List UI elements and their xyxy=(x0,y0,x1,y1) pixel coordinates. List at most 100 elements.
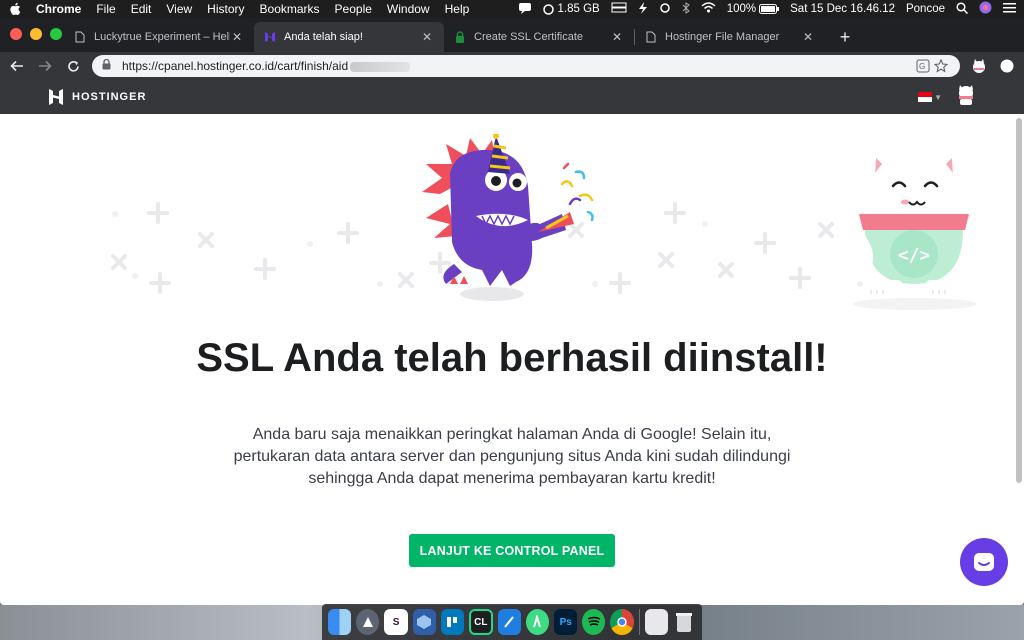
spotlight-icon[interactable] xyxy=(956,1,969,17)
browser-toolbar: https://cpanel.hostinger.co.id/cart/fini… xyxy=(0,52,1024,80)
siri-icon[interactable] xyxy=(979,1,992,17)
battery-indicator[interactable]: 100% xyxy=(726,3,780,15)
forward-button[interactable] xyxy=(36,57,54,75)
menubar-status-area: 1.85 GB 100% Sat 15 Dec 16.46.12 Poncoe xyxy=(518,1,1016,17)
maximize-window-button[interactable] xyxy=(50,28,62,40)
tab-title: Luckytrue Experiment – Hello W xyxy=(94,31,230,43)
document-icon xyxy=(74,31,86,43)
chevron-down-icon: ▼ xyxy=(934,92,942,102)
clion-icon[interactable]: CL xyxy=(469,609,493,635)
tab-close-icon[interactable]: ✕ xyxy=(801,30,815,44)
macos-menubar: Chrome File Edit View History Bookmarks … xyxy=(0,0,1024,18)
menu-window[interactable]: Window xyxy=(387,2,430,16)
bluetooth-icon[interactable] xyxy=(682,1,690,17)
tab-title: Anda telah siap! xyxy=(284,31,363,43)
menu-file[interactable]: File xyxy=(96,2,115,16)
xcode-icon[interactable] xyxy=(497,609,521,635)
macos-dock: S CL Ps xyxy=(322,604,702,640)
wifi-icon[interactable] xyxy=(701,2,716,16)
main-content: </> SSL Anda telah berhasil diinstall! A… xyxy=(0,114,1024,605)
page-scrollbar[interactable] xyxy=(1016,118,1022,483)
profile-avatar[interactable] xyxy=(998,57,1016,75)
hostinger-logo-icon xyxy=(49,89,63,105)
chat-icon xyxy=(974,553,994,571)
url-value: https://cpanel.hostinger.co.id/cart/fini… xyxy=(122,59,349,73)
tab-title: Create SSL Certificate xyxy=(474,31,584,43)
bookmark-star-icon[interactable] xyxy=(932,57,950,75)
memory-indicator[interactable]: 1.85 GB xyxy=(542,3,600,15)
minimize-window-button[interactable] xyxy=(30,28,42,40)
clock[interactable]: Sat 15 Dec 16.46.12 xyxy=(790,3,895,15)
user-avatar[interactable] xyxy=(956,84,976,111)
menu-history[interactable]: History xyxy=(207,2,244,16)
drive-icon[interactable] xyxy=(611,2,627,16)
lock-icon[interactable] xyxy=(102,58,114,73)
finder-icon[interactable] xyxy=(328,609,352,635)
menu-bookmarks[interactable]: Bookmarks xyxy=(260,2,320,16)
address-bar[interactable]: https://cpanel.hostinger.co.id/cart/fini… xyxy=(92,55,960,77)
tab-create-ssl[interactable]: Create SSL Certificate ✕ xyxy=(444,22,634,52)
tab-close-icon[interactable]: ✕ xyxy=(420,30,434,44)
menu-app-name[interactable]: Chrome xyxy=(36,2,81,16)
memory-value: 1.85 GB xyxy=(557,3,600,15)
messages-icon[interactable] xyxy=(518,2,532,17)
success-description: Anda baru saja menaikkan peringkat halam… xyxy=(233,426,791,487)
translate-icon[interactable]: G xyxy=(914,57,932,75)
photoshop-icon[interactable]: Ps xyxy=(554,609,578,635)
menu-help[interactable]: Help xyxy=(445,2,470,16)
chrome-icon[interactable] xyxy=(610,609,634,635)
new-tab-button[interactable]: + xyxy=(835,27,855,48)
slack-icon[interactable]: S xyxy=(384,609,408,635)
party-dinosaur-illustration xyxy=(422,134,594,301)
document-stack-icon[interactable] xyxy=(644,609,668,635)
url-text: https://cpanel.hostinger.co.id/cart/fini… xyxy=(122,59,914,73)
reload-button[interactable] xyxy=(64,57,82,75)
spotify-icon[interactable] xyxy=(582,609,606,635)
tab-file-manager[interactable]: Hostinger File Manager ✕ xyxy=(635,22,825,52)
hostinger-logo[interactable]: HOSTINGER xyxy=(48,88,146,106)
code-symbol: </> xyxy=(898,245,931,266)
bolt-icon[interactable] xyxy=(638,1,648,17)
lucky-cat-illustration: </> xyxy=(852,151,977,310)
battery-value: 100% xyxy=(726,3,757,15)
launchpad-icon[interactable] xyxy=(356,609,380,635)
browser-window: Luckytrue Experiment – Hello W ✕ Anda te… xyxy=(0,18,1024,605)
virtualbox-icon[interactable] xyxy=(412,609,436,635)
notification-center-icon[interactable] xyxy=(1003,2,1016,16)
hostinger-header: HOSTINGER ▼ xyxy=(0,80,1024,114)
user-name[interactable]: Poncoe xyxy=(906,3,945,15)
chat-widget-button[interactable] xyxy=(960,538,1008,586)
svg-text:G: G xyxy=(919,62,925,71)
document-icon xyxy=(645,31,657,43)
tab-anda-telah-siap[interactable]: Anda telah siap! ✕ xyxy=(254,22,444,52)
indonesia-flag-icon xyxy=(918,92,933,102)
hostinger-favicon-icon xyxy=(264,31,276,43)
tab-title: Hostinger File Manager xyxy=(665,31,780,43)
window-controls xyxy=(10,28,62,40)
tab-strip: Luckytrue Experiment – Hello W ✕ Anda te… xyxy=(0,18,1024,52)
tab-close-icon[interactable]: ✕ xyxy=(610,30,624,44)
blurred-url-segment xyxy=(350,61,411,72)
battery-icon xyxy=(759,4,780,14)
close-window-button[interactable] xyxy=(10,28,22,40)
trash-icon[interactable] xyxy=(673,609,696,635)
sync-icon[interactable] xyxy=(659,2,671,17)
cat-extension-icon[interactable] xyxy=(970,57,988,75)
menu-people[interactable]: People xyxy=(335,2,372,16)
back-button[interactable] xyxy=(8,57,26,75)
continue-to-control-panel-button[interactable]: LANJUT KE CONTROL PANEL xyxy=(409,534,615,567)
lock-icon xyxy=(454,31,466,43)
tab-luckytrue[interactable]: Luckytrue Experiment – Hello W ✕ xyxy=(64,22,254,52)
brand-name: HOSTINGER xyxy=(72,91,147,103)
trello-icon[interactable] xyxy=(440,609,465,635)
android-studio-icon[interactable] xyxy=(525,609,550,635)
menu-edit[interactable]: Edit xyxy=(131,2,152,16)
memory-icon xyxy=(542,3,554,15)
header-actions: ▼ xyxy=(918,84,976,111)
apple-icon[interactable] xyxy=(8,2,22,16)
dock-separator xyxy=(638,609,640,635)
tab-close-icon[interactable]: ✕ xyxy=(230,30,244,44)
page-title: SSL Anda telah berhasil diinstall! xyxy=(196,336,828,380)
menu-view[interactable]: View xyxy=(166,2,192,16)
language-selector[interactable]: ▼ xyxy=(918,92,942,102)
